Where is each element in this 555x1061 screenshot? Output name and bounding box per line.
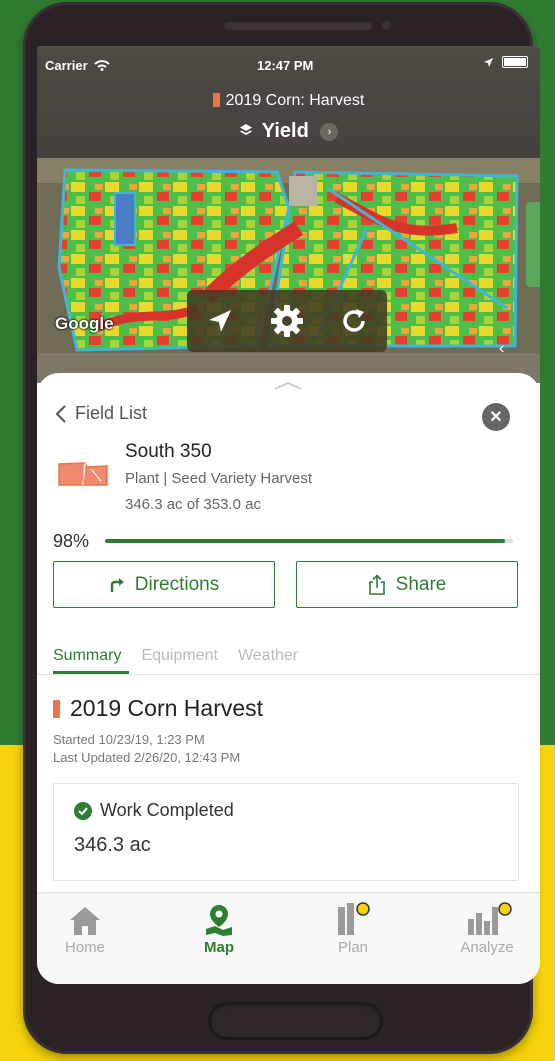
tab-equipment[interactable]: Equipment xyxy=(141,647,218,665)
harvest-updated: Last Updated 2/26/20, 12:43 PM xyxy=(53,750,241,765)
top-header: Carrier 12:47 PM 2019 Corn: Harvest Yiel… xyxy=(37,46,540,158)
tabbar-map[interactable]: Map xyxy=(174,901,264,956)
side-panel-tab[interactable] xyxy=(526,202,540,287)
check-circle-icon xyxy=(74,801,92,820)
tabbar-home[interactable]: Home xyxy=(40,901,130,956)
refresh-button[interactable] xyxy=(334,301,374,341)
share-label: Share xyxy=(395,573,447,595)
chevron-right-icon: › xyxy=(320,123,339,141)
navigation-arrow-icon xyxy=(209,310,232,332)
directions-button[interactable]: Directions xyxy=(53,561,275,608)
app-screen: Carrier 12:47 PM 2019 Corn: Harvest Yiel… xyxy=(37,46,540,984)
plan-icon xyxy=(338,902,370,935)
home-icon xyxy=(70,907,100,935)
layers-icon xyxy=(239,124,252,135)
location-arrow-icon xyxy=(484,57,493,67)
settings-button[interactable] xyxy=(267,301,307,341)
sheet-grabber-icon[interactable] xyxy=(273,381,303,391)
operation-title[interactable]: 2019 Corn: Harvest xyxy=(37,92,540,110)
battery-icon xyxy=(502,56,528,68)
tabbar-analyze-label: Analyze xyxy=(460,939,514,956)
tabbar-home-label: Home xyxy=(64,939,105,956)
tabbar-map-label: Map xyxy=(204,939,234,956)
work-completed-card: Work Completed 346.3 ac xyxy=(53,783,519,881)
layer-selector[interactable]: Yield › xyxy=(37,120,540,143)
harvest-title-text: 2019 Corn Harvest xyxy=(70,695,264,721)
status-carrier: Carrier xyxy=(45,58,110,73)
harvest-title: 2019 Corn Harvest xyxy=(53,695,263,722)
directions-label: Directions xyxy=(134,573,220,595)
directions-icon xyxy=(110,577,124,592)
locate-button[interactable] xyxy=(200,301,240,341)
operation-marker xyxy=(212,93,220,107)
tabbar-plan[interactable]: Plan xyxy=(308,901,398,956)
field-area: 346.3 ac of 353.0 ac xyxy=(125,496,261,513)
phone-camera xyxy=(381,19,392,30)
back-to-field-list[interactable]: Field List xyxy=(55,403,147,424)
phone-home-button[interactable] xyxy=(208,1002,383,1040)
refresh-icon xyxy=(342,309,365,332)
progress-bar xyxy=(105,539,513,543)
map-toolbar xyxy=(187,290,387,352)
map-pin-icon xyxy=(206,905,232,936)
close-icon: ✕ xyxy=(489,409,503,426)
tab-divider xyxy=(37,674,540,675)
tabbar-analyze[interactable]: Analyze xyxy=(442,901,532,956)
tabbar-plan-label: Plan xyxy=(337,939,369,956)
gear-icon xyxy=(270,305,303,337)
harvest-started: Started 10/23/19, 1:23 PM xyxy=(53,732,205,747)
operation-marker xyxy=(53,699,60,718)
field-subtitle: Plant | Seed Variety Harvest xyxy=(125,470,313,487)
status-time: 12:47 PM xyxy=(257,58,314,73)
share-button[interactable]: Share xyxy=(296,561,518,608)
status-right xyxy=(483,56,528,68)
chevron-left-icon[interactable]: ‹ xyxy=(499,340,504,358)
tab-summary[interactable]: Summary xyxy=(53,647,121,665)
field-boundary-icon xyxy=(58,462,108,486)
back-label: Field List xyxy=(75,403,148,423)
phone-speaker xyxy=(223,20,373,30)
field-name: South 350 xyxy=(125,441,212,462)
work-label-text: Work Completed xyxy=(100,800,234,820)
wifi-icon xyxy=(94,60,110,71)
work-completed-label: Work Completed xyxy=(74,800,234,821)
progress-fill xyxy=(105,539,505,543)
close-button[interactable]: ✕ xyxy=(482,403,510,431)
detail-tabs: Summary Equipment Weather xyxy=(53,647,298,665)
progress-label: 98% xyxy=(53,531,90,551)
analyze-icon xyxy=(468,902,512,935)
map-attribution: Google xyxy=(55,314,114,333)
share-icon xyxy=(368,573,385,595)
bottom-tab-bar: Home Map Plan Analyze xyxy=(37,892,540,984)
work-completed-value: 346.3 ac xyxy=(74,834,151,856)
chevron-left-icon xyxy=(55,404,66,423)
tab-weather[interactable]: Weather xyxy=(238,647,298,665)
